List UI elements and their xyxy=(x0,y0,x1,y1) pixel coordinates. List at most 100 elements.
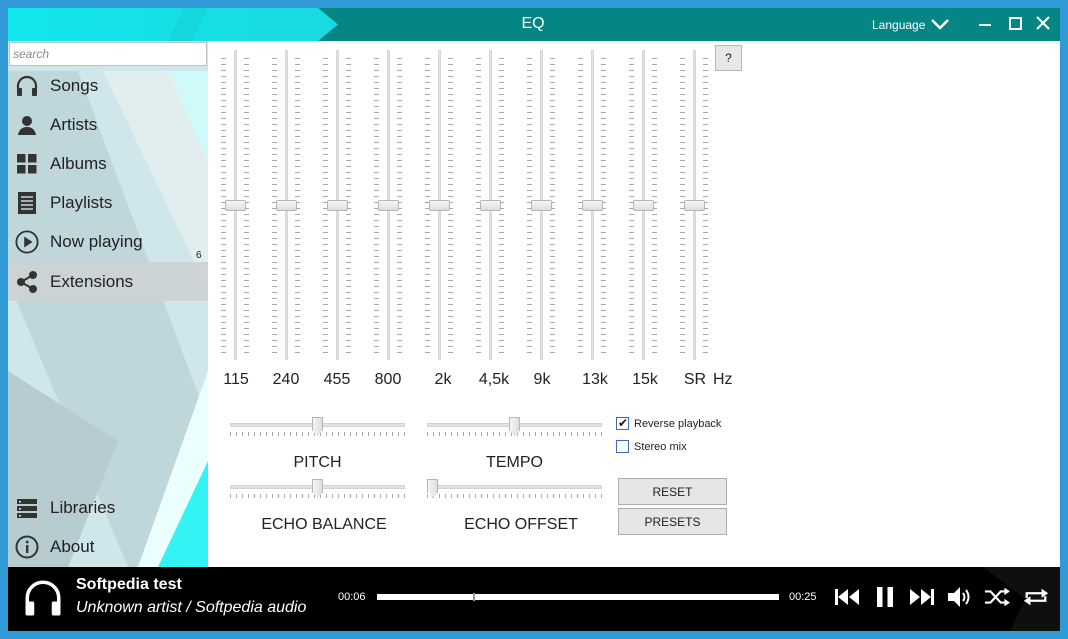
eq-band-slider[interactable] xyxy=(680,50,708,360)
sidebar-item-label: Now playing xyxy=(50,232,143,251)
pitch-label: PITCH xyxy=(293,454,342,471)
sidebar-item-label: Extensions xyxy=(50,271,134,291)
eq-band-label: 115 xyxy=(223,371,249,388)
eq-band-label: 240 xyxy=(272,371,300,388)
chevron-down-icon[interactable] xyxy=(930,17,950,31)
eq-unit-label: Hz xyxy=(713,371,733,388)
repeat-button[interactable] xyxy=(1023,584,1049,610)
echo-offset-slider[interactable] xyxy=(427,479,602,501)
reverse-playback-box[interactable] xyxy=(616,416,629,430)
skip-previous-icon xyxy=(835,589,859,605)
stereo-mix-box[interactable] xyxy=(616,440,629,453)
eq-band-thumb[interactable] xyxy=(684,200,705,211)
now-playing-count-badge: 6 xyxy=(196,250,202,261)
eq-band-thumb[interactable] xyxy=(225,200,246,211)
seek-bar-fill xyxy=(377,594,473,600)
track-subtitle: Unknown artist / Softpedia audio xyxy=(76,599,307,616)
eq-band-slider[interactable] xyxy=(578,50,606,360)
search-input[interactable] xyxy=(9,42,207,66)
reset-button[interactable]: RESET xyxy=(618,478,727,505)
reverse-playback-checkbox[interactable]: Reverse playback xyxy=(616,416,722,430)
minimize-button[interactable] xyxy=(974,14,996,34)
eq-band-thumb[interactable] xyxy=(327,200,348,211)
previous-button[interactable] xyxy=(834,584,860,610)
server-icon xyxy=(15,496,39,520)
eq-band-label: 15k xyxy=(632,371,658,388)
sidebar-item-label: Playlists xyxy=(50,193,113,212)
info-icon xyxy=(15,535,39,559)
sidebar: Songs Artists Albums Playlists Now playi… xyxy=(8,41,208,567)
eq-band-label: 4,5k xyxy=(478,371,510,388)
eq-band-label: 800 xyxy=(374,371,402,388)
eq-band-slider[interactable] xyxy=(272,50,300,360)
next-button[interactable] xyxy=(909,584,935,610)
shuffle-button[interactable] xyxy=(984,584,1010,610)
eq-band-slider[interactable] xyxy=(374,50,402,360)
volume-icon xyxy=(948,587,970,607)
headphones-icon xyxy=(15,74,39,98)
eq-band-label: 455 xyxy=(323,371,351,388)
echo-balance-slider[interactable] xyxy=(230,479,405,501)
language-menu[interactable]: Language xyxy=(872,18,925,32)
pitch-slider[interactable] xyxy=(230,417,405,439)
close-button[interactable] xyxy=(1032,14,1054,34)
sidebar-item-label: Songs xyxy=(50,76,99,95)
reverse-playback-label: Reverse playback xyxy=(634,417,722,430)
sidebar-item-extensions[interactable]: Extensions xyxy=(8,262,208,301)
current-time: 00:06 xyxy=(338,591,366,603)
eq-band-slider[interactable] xyxy=(221,50,249,360)
pause-button[interactable] xyxy=(872,584,898,610)
echo-offset-label: ECHO OFFSET xyxy=(464,516,578,533)
eq-band-slider[interactable] xyxy=(527,50,555,360)
person-icon xyxy=(15,113,39,137)
eq-band-thumb[interactable] xyxy=(480,200,501,211)
window-title: EQ xyxy=(521,15,545,32)
sidebar-item-label: About xyxy=(50,537,95,556)
eq-band-slider[interactable] xyxy=(629,50,657,360)
eq-band-thumb[interactable] xyxy=(276,200,297,211)
echo-offset-slider-track xyxy=(427,485,602,489)
eq-band-thumb[interactable] xyxy=(378,200,399,211)
echo-offset-slider-ticks xyxy=(427,494,602,498)
sidebar-item-about[interactable]: About xyxy=(8,528,208,566)
app-window: EQ Language search Songs Artists Albums … xyxy=(0,0,1068,639)
eq-band-thumb[interactable] xyxy=(633,200,654,211)
eq-band-slider[interactable] xyxy=(425,50,453,360)
tempo-slider[interactable] xyxy=(427,417,602,439)
sidebar-item-label: Albums xyxy=(50,154,107,173)
sidebar-item-label: Libraries xyxy=(50,498,116,517)
pause-icon xyxy=(877,587,893,607)
list-icon xyxy=(15,191,39,215)
eq-band-thumb[interactable] xyxy=(582,200,603,211)
total-time: 00:25 xyxy=(789,591,817,603)
seek-bar-knob[interactable] xyxy=(473,593,475,601)
player-bar: Softpedia test Unknown artist / Softpedi… xyxy=(8,567,1060,631)
eq-band-thumb[interactable] xyxy=(429,200,450,211)
eq-band-slider[interactable] xyxy=(323,50,351,360)
sidebar-item-playlists[interactable]: Playlists xyxy=(8,184,208,222)
maximize-button[interactable] xyxy=(1004,14,1026,34)
volume-button[interactable] xyxy=(947,584,973,610)
sidebar-item-now-playing[interactable]: Now playing xyxy=(8,223,208,261)
stereo-mix-checkbox[interactable]: Stereo mix xyxy=(616,440,687,453)
seek-bar[interactable] xyxy=(377,593,779,601)
title-bar[interactable]: EQ Language xyxy=(8,8,1060,41)
sidebar-item-albums[interactable]: Albums xyxy=(8,145,208,183)
sidebar-item-label: Artists xyxy=(50,115,98,134)
eq-band-thumb[interactable] xyxy=(531,200,552,211)
headphones-icon xyxy=(25,580,61,616)
play-circle-icon xyxy=(15,230,39,254)
eq-panel: 115 240 455 800 2k 4,5k 9k 13k 15k SR Hz ? PITCH … xyxy=(208,41,1060,567)
grid-icon xyxy=(15,152,39,176)
sidebar-item-artists[interactable]: Artists xyxy=(8,106,208,144)
sidebar-item-libraries[interactable]: Libraries xyxy=(8,489,208,527)
echo-balance-label: ECHO BALANCE xyxy=(261,516,387,533)
sidebar-item-songs[interactable]: Songs xyxy=(8,67,208,105)
eq-band-slider[interactable] xyxy=(476,50,504,360)
skip-next-icon xyxy=(910,589,934,605)
tempo-label: TEMPO xyxy=(486,454,543,471)
eq-band-label: 2k xyxy=(434,371,452,388)
help-button[interactable]: ? xyxy=(715,45,742,71)
eq-band-label: 9k xyxy=(533,371,551,388)
presets-button[interactable]: PRESETS xyxy=(618,508,727,535)
